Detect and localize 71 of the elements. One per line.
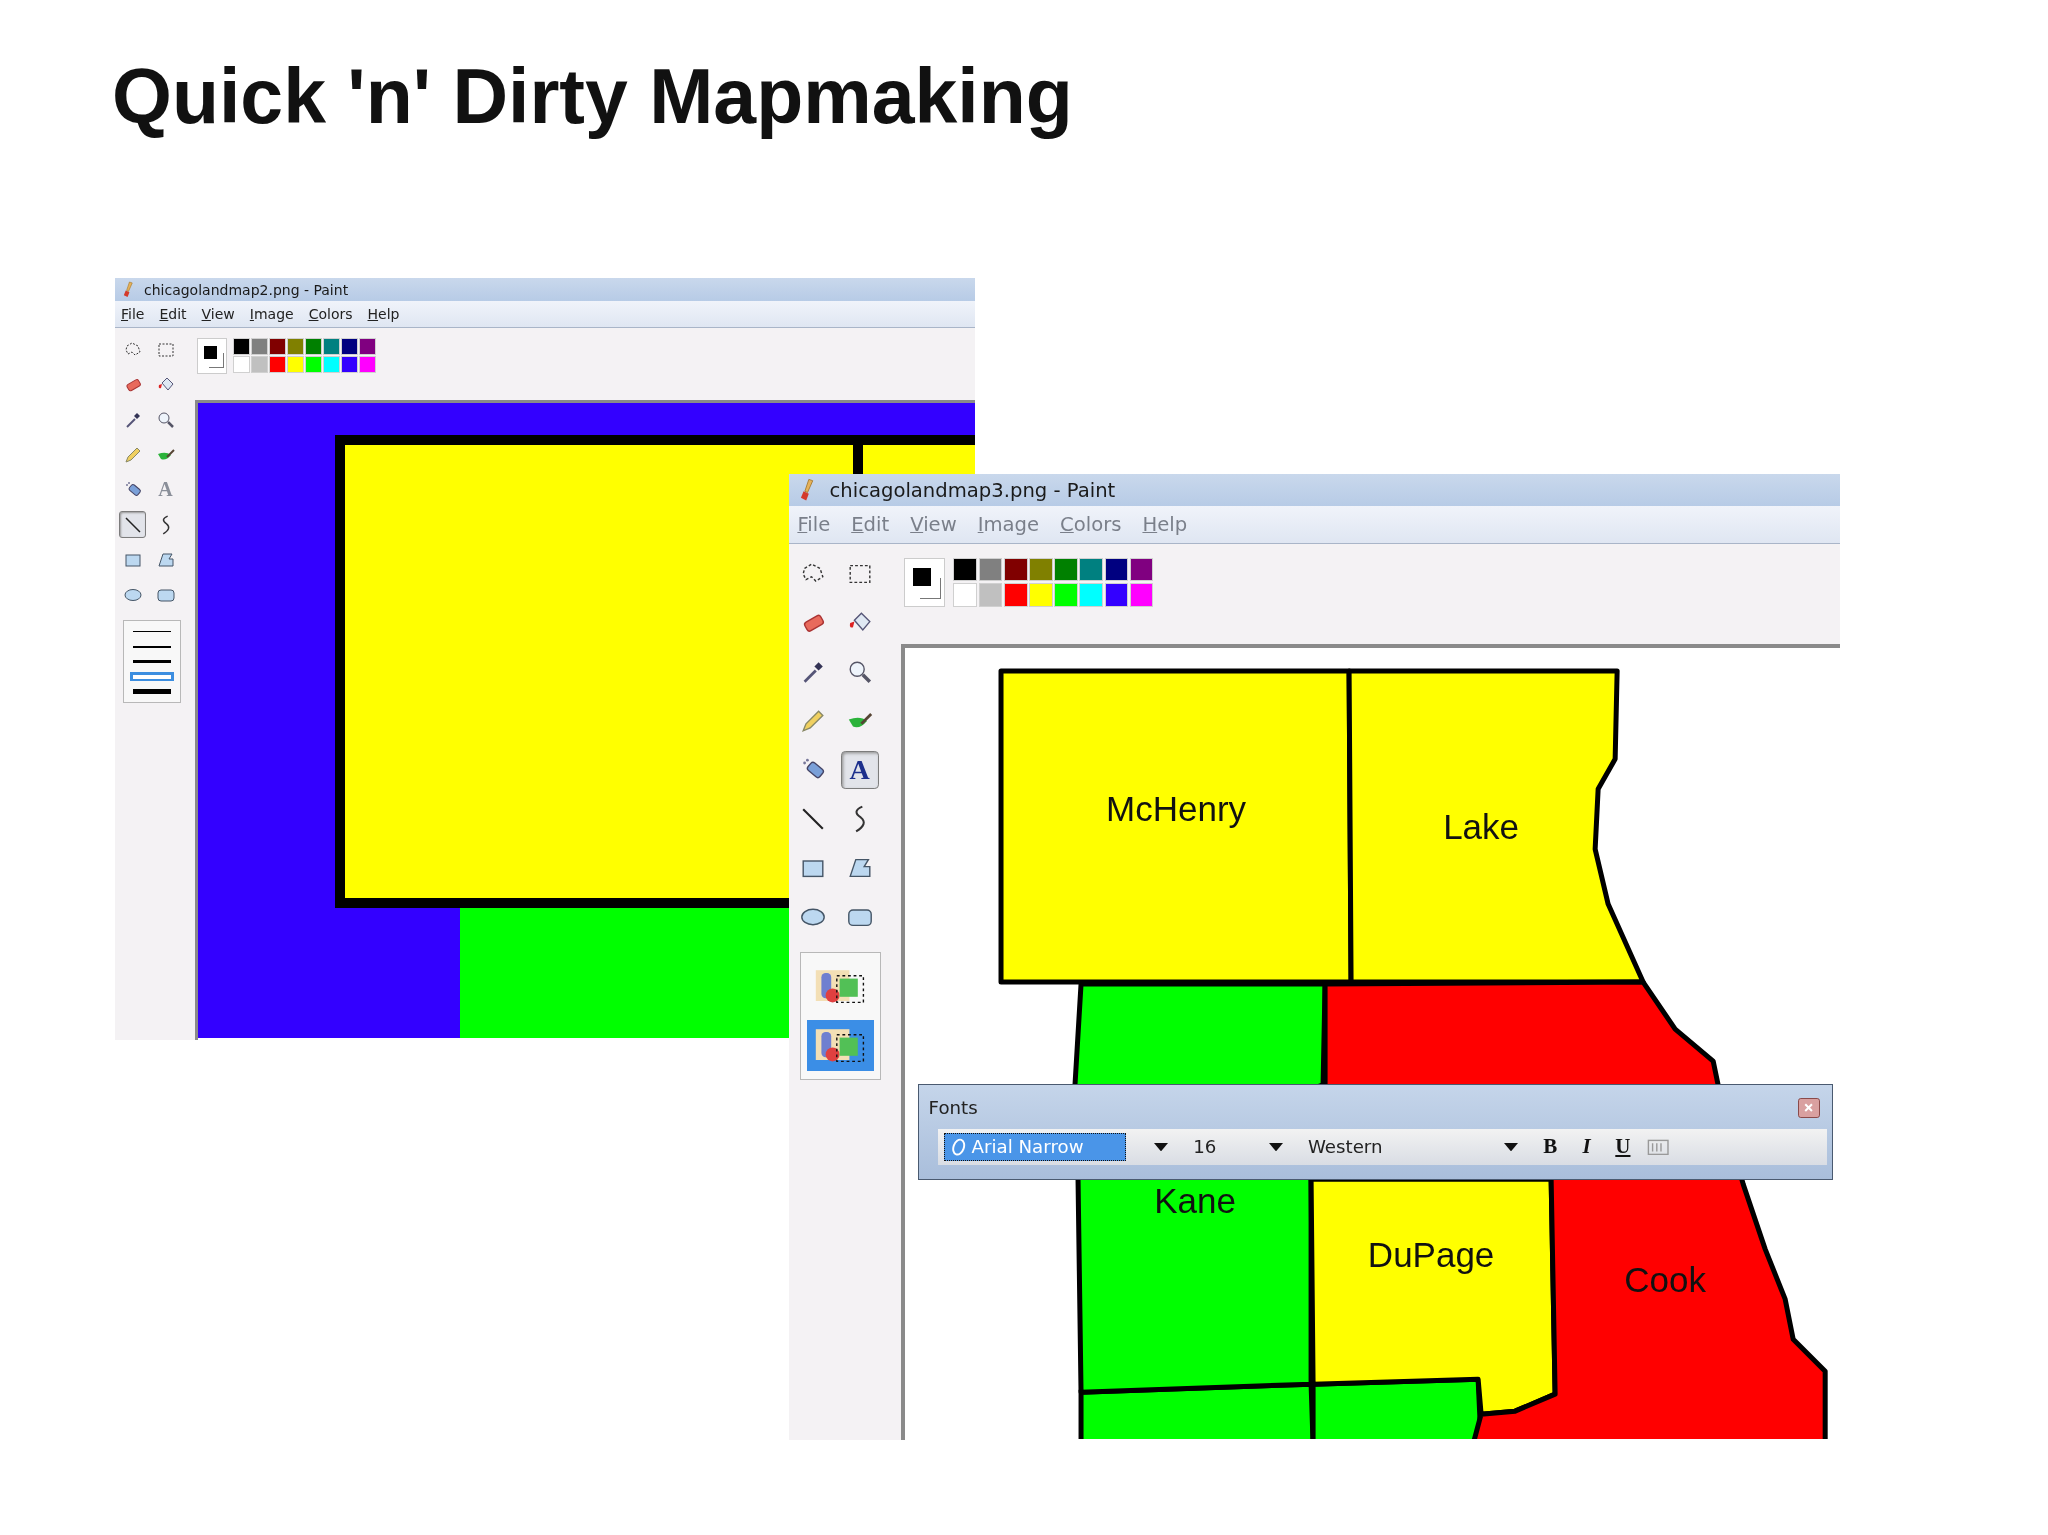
vertical-text-icon	[1646, 1138, 1670, 1156]
line-width-option[interactable]	[130, 687, 174, 696]
color-swatch[interactable]	[1054, 582, 1078, 607]
color-swatch[interactable]	[251, 356, 268, 373]
color-swatch[interactable]	[233, 356, 250, 373]
color-swatch[interactable]	[1104, 582, 1129, 607]
color-swatch[interactable]	[287, 338, 304, 355]
window-title: chicagolandmap3.png - Paint	[829, 478, 1116, 502]
current-colors-icon[interactable]	[197, 338, 227, 374]
color-swatch[interactable]	[269, 356, 286, 373]
color-swatch[interactable]	[1028, 557, 1053, 582]
menu-item[interactable]: File	[797, 512, 831, 536]
curve-icon	[160, 514, 171, 535]
color-swatch[interactable]	[233, 338, 250, 355]
dropdown-arrow-icon	[1503, 1142, 1518, 1152]
close-button[interactable]	[1798, 1098, 1820, 1119]
menu-item[interactable]: File	[121, 306, 145, 322]
style-button[interactable]: U	[1610, 1134, 1636, 1160]
toolbar-title: Fonts	[928, 1096, 978, 1118]
color-swatch[interactable]	[1054, 557, 1078, 582]
magnifier-icon	[155, 409, 176, 430]
style-button[interactable]: B	[1537, 1134, 1563, 1160]
color-swatch[interactable]	[1129, 582, 1154, 607]
color-swatch[interactable]	[1079, 557, 1104, 582]
color-swatch[interactable]	[1028, 582, 1053, 607]
color-swatch[interactable]	[305, 338, 322, 355]
county-label: McHenry	[1105, 789, 1246, 829]
color-swatch[interactable]	[953, 582, 978, 607]
menu-item[interactable]: View	[201, 306, 235, 322]
county-label: Kane	[1154, 1181, 1236, 1221]
script-dropdown[interactable]: Western	[1302, 1131, 1527, 1163]
menu-item[interactable]: Image	[249, 306, 294, 322]
color-swatch[interactable]	[953, 557, 978, 582]
color-swatch[interactable]	[287, 356, 304, 373]
color-swatch[interactable]	[1104, 557, 1129, 582]
window-title: chicagolandmap2.png - Paint	[144, 281, 349, 298]
color-swatch[interactable]	[341, 356, 358, 373]
color-swatch[interactable]	[359, 338, 376, 355]
close-icon	[1803, 1102, 1815, 1114]
menu-item[interactable]: Colors	[308, 306, 353, 322]
slide-title: Quick 'n' Dirty Mapmaking	[112, 52, 1073, 141]
color-swatch[interactable]	[1003, 582, 1028, 607]
transparency-option[interactable]	[807, 1020, 875, 1071]
font-icon	[950, 1137, 966, 1157]
menu-item[interactable]: Help	[367, 306, 400, 322]
color-swatch[interactable]	[978, 582, 1003, 607]
color-swatch[interactable]	[341, 338, 358, 355]
font-size-dropdown[interactable]: 16	[1187, 1131, 1292, 1163]
line-width-option[interactable]	[130, 657, 174, 666]
current-colors-icon[interactable]	[903, 557, 945, 608]
color-swatch[interactable]	[323, 338, 340, 355]
brush-icon	[121, 281, 136, 298]
tool-button[interactable]: A	[840, 750, 879, 789]
color-swatch[interactable]	[323, 356, 340, 373]
color-swatch[interactable]	[1129, 557, 1154, 582]
color-swatch[interactable]	[269, 338, 286, 355]
color-swatch[interactable]	[1079, 582, 1104, 607]
line-icon	[122, 514, 143, 535]
menu-item[interactable]: Edit	[159, 306, 187, 322]
county-label: DuPage	[1367, 1235, 1495, 1275]
style-button[interactable]: I	[1573, 1134, 1600, 1160]
color-swatch[interactable]	[978, 557, 1003, 582]
color-swatch[interactable]	[1003, 557, 1028, 582]
county-label: Cook	[1624, 1260, 1706, 1300]
county-label: Lake	[1442, 807, 1519, 847]
color-swatch[interactable]	[305, 356, 322, 373]
color-swatch[interactable]	[359, 356, 376, 373]
dropdown-arrow-icon	[1154, 1142, 1168, 1152]
dropdown-arrow-icon	[1268, 1142, 1283, 1152]
color-swatch[interactable]	[251, 338, 268, 355]
curve-icon	[852, 804, 867, 833]
